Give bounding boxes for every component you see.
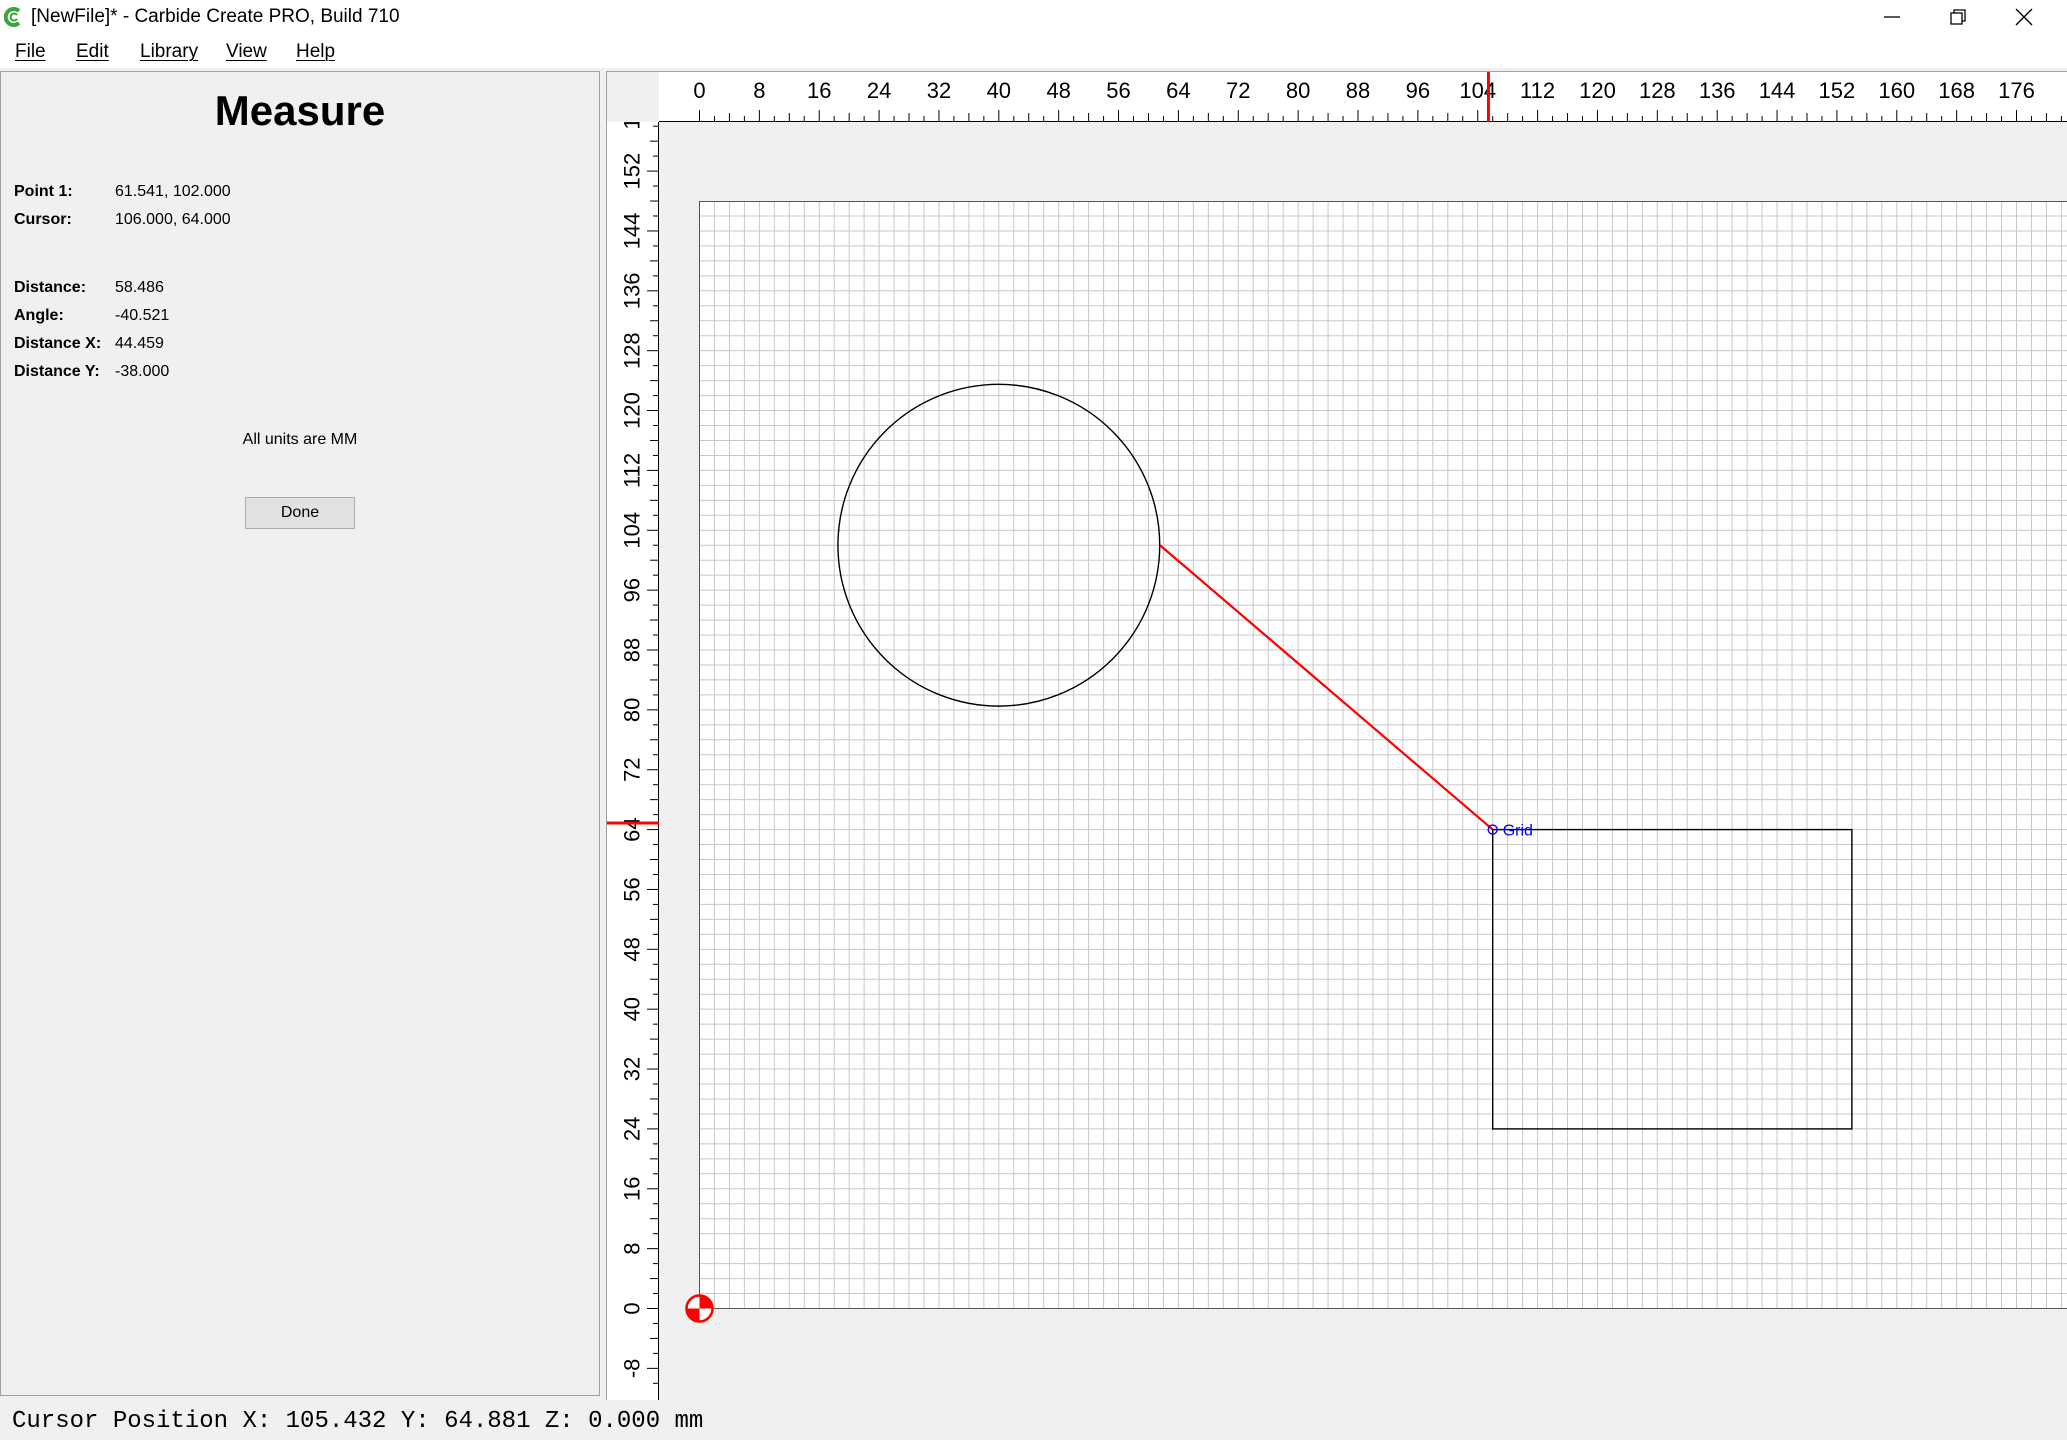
ruler-tick-label: 128 <box>620 332 645 369</box>
menu-file[interactable]: File <box>15 41 46 63</box>
ruler-tick-label: 32 <box>620 1057 645 1081</box>
ruler-tick-label: 144 <box>1759 78 1796 103</box>
left-ruler: -8 0 8 16 24 32 40 48 56 64 72 80 88 96 104 112 120 128 13… <box>607 72 659 1400</box>
ruler-tick-label: 32 <box>927 78 951 103</box>
ruler-tick-label: 144 <box>620 213 645 250</box>
ruler-tick-label: 64 <box>620 817 645 841</box>
canvas-drawing[interactable]: Grid 0 8 16 24 32 40 48 56 64 72 80 88 96 104 112 120 12… <box>607 72 2067 1400</box>
origin-marker-icon <box>685 1294 714 1323</box>
ruler-tick-label: 112 <box>620 453 645 488</box>
done-button[interactable]: Done <box>245 497 355 529</box>
angle-value: -40.521 <box>115 307 170 324</box>
ruler-tick-label: 88 <box>1346 78 1370 103</box>
ruler-tick-label: 56 <box>620 877 645 901</box>
units-note: All units are MM <box>242 431 358 448</box>
ruler-tick-label: 48 <box>620 937 645 961</box>
restore-button[interactable] <box>1925 0 1991 35</box>
ruler-tick-label: 72 <box>1226 78 1250 103</box>
distance-x-value: 44.459 <box>115 335 164 352</box>
panel-title: Measure <box>214 87 386 134</box>
ruler-tick-label: 88 <box>620 638 645 662</box>
ruler-tick-label: 120 <box>620 392 645 429</box>
ruler-tick-label: 136 <box>1699 78 1736 103</box>
ruler-tick-label: 64 <box>1166 78 1190 103</box>
ruler-tick-label: 72 <box>620 757 645 781</box>
ruler-tick-label: 104 <box>1459 78 1496 103</box>
menu-bar: File Edit Library View Help <box>0 35 2067 68</box>
ruler-tick-label: 152 <box>1819 78 1856 103</box>
cursor-position-readout: Cursor Position X: 105.432 Y: 64.881 Z: … <box>12 1408 704 1435</box>
ruler-tick-label: 152 <box>620 153 645 190</box>
menu-view[interactable]: View <box>226 41 267 63</box>
restore-icon <box>1950 9 1966 25</box>
ruler-tick-label: 80 <box>620 698 645 722</box>
minimize-button[interactable] <box>1859 0 1925 35</box>
ruler-tick-label: 24 <box>620 1117 645 1141</box>
cursor-label: Cursor: <box>14 211 72 228</box>
menu-help[interactable]: Help <box>296 41 335 63</box>
point1-label: Point 1: <box>14 183 73 200</box>
top-ruler: 0 8 16 24 32 40 48 56 64 72 80 88 96 104 112 120 128 136 1… <box>607 72 2067 122</box>
menu-library[interactable]: Library <box>140 41 198 63</box>
snap-label: Grid <box>1503 823 1533 840</box>
ruler-tick-label: 40 <box>987 78 1011 103</box>
ruler-tick-label: 120 <box>1579 78 1616 103</box>
design-canvas[interactable]: Grid 0 8 16 24 32 40 48 56 64 72 80 88 96 104 112 120 12… <box>606 71 2067 1400</box>
ruler-tick-label: 0 <box>620 1302 645 1314</box>
angle-label: Angle: <box>14 307 64 324</box>
ruler-tick-label: 104 <box>620 512 645 549</box>
ruler-tick-label: 160 <box>1878 78 1915 103</box>
cursor-value: 106.000, 64.000 <box>115 211 231 228</box>
ruler-tick-label: 48 <box>1046 78 1070 103</box>
ruler-tick-label: 112 <box>1520 78 1555 103</box>
ruler-tick-label: 8 <box>620 1243 645 1255</box>
ruler-tick-label: 0 <box>693 78 705 103</box>
ruler-tick-label: 128 <box>1639 78 1676 103</box>
distance-y-value: -38.000 <box>115 363 170 380</box>
ruler-tick-label: 96 <box>620 578 645 602</box>
title-bar: [NewFile]* - Carbide Create PRO, Build 7… <box>0 0 2067 35</box>
ruler-tick-label: 16 <box>620 1177 645 1201</box>
grid-layer <box>699 201 2067 1309</box>
ruler-tick-label: 16 <box>807 78 831 103</box>
ruler-tick-label: 136 <box>620 272 645 309</box>
ruler-tick-label: 40 <box>620 997 645 1021</box>
close-icon <box>2015 8 2033 26</box>
window-title: [NewFile]* - Carbide Create PRO, Build 7… <box>31 6 400 27</box>
distance-y-label: Distance Y: <box>14 363 100 380</box>
minimize-icon <box>1884 16 1900 18</box>
ruler-tick-label: 80 <box>1286 78 1310 103</box>
status-bar: Cursor Position X: 105.432 Y: 64.881 Z: … <box>0 1400 2067 1440</box>
ruler-tick-label: 168 <box>1938 78 1975 103</box>
measure-panel: Measure Point 1: 61.541, 102.000 Cursor:… <box>0 71 600 1396</box>
ruler-tick-label: 24 <box>867 78 891 103</box>
distance-x-label: Distance X: <box>14 335 102 352</box>
distance-value: 58.486 <box>115 279 164 296</box>
ruler-corner <box>607 72 659 122</box>
close-button[interactable] <box>1991 0 2057 35</box>
distance-label: Distance: <box>14 279 87 296</box>
menu-edit[interactable]: Edit <box>76 41 109 63</box>
point1-value: 61.541, 102.000 <box>115 183 231 200</box>
ruler-tick-label: 176 <box>1998 78 2035 103</box>
ruler-tick-label: -8 <box>620 1359 645 1379</box>
ruler-tick-label: 8 <box>753 78 765 103</box>
ruler-tick-label: 56 <box>1106 78 1130 103</box>
carbide-logo-icon <box>4 7 21 27</box>
ruler-tick-label: 96 <box>1406 78 1430 103</box>
